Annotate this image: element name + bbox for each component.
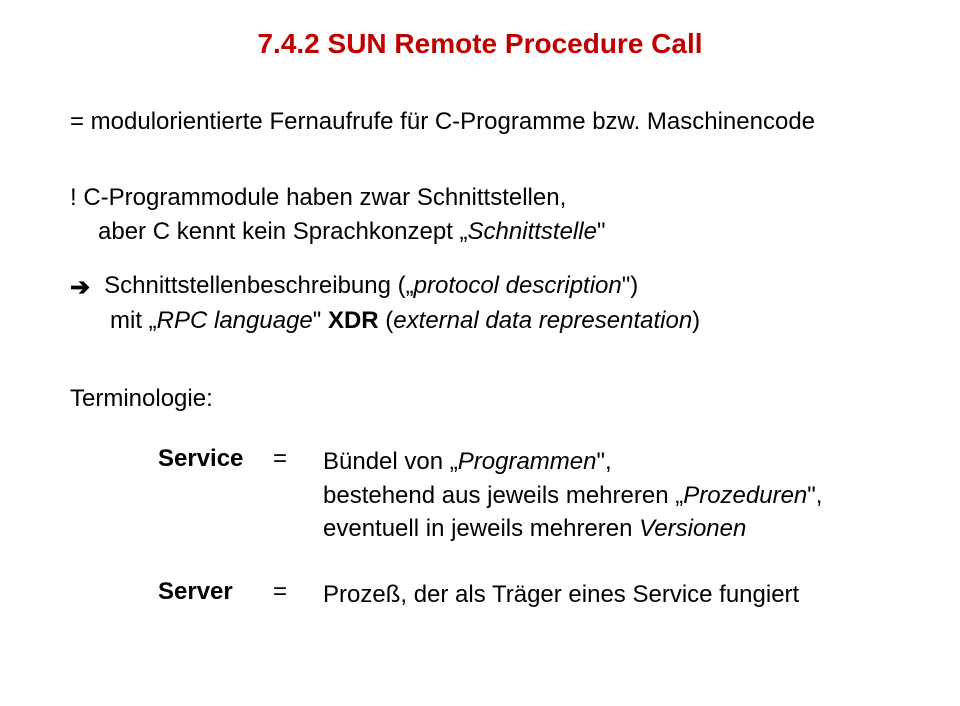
text-fragment: eventuell in jeweils mehreren [323, 515, 639, 542]
definition-body: Bündel von „Programmen",bestehend aus je… [323, 445, 890, 546]
text-italic: Programmen [458, 448, 597, 475]
text-italic-protocol-description: protocol description [414, 272, 622, 299]
arrow-icon: ➔ [70, 272, 90, 303]
text-fragment: " [597, 218, 606, 245]
text-italic: Versionen [639, 515, 746, 542]
text-fragment: Prozeß, der als Träger eines Service fun… [323, 581, 799, 608]
text-fragment: ) [692, 307, 700, 334]
text-fragment: ", [807, 482, 822, 509]
definition-row: Server=Prozeß, der als Träger eines Serv… [70, 578, 890, 612]
text-fragment: Bündel von „ [323, 448, 458, 475]
definition-body: Prozeß, der als Träger eines Service fun… [323, 578, 890, 612]
text-fragment: ", [596, 448, 611, 475]
equals-sign: = [273, 578, 323, 612]
arrow-text: Schnittstellenbeschreibung („protocol de… [104, 272, 638, 300]
text-fragment: aber C kennt kein Sprachkonzept „ [98, 218, 468, 245]
text-fragment: mit „ [110, 307, 157, 334]
mit-line: mit „RPC language" XDR (external data re… [110, 307, 890, 335]
document-page: 7.4.2 SUN Remote Procedure Call = modulo… [0, 0, 960, 706]
text-fragment: Schnittstellenbeschreibung („ [104, 272, 414, 299]
text-fragment: " [313, 307, 328, 334]
definitions-list: Service=Bündel von „Programmen",bestehen… [70, 445, 890, 611]
text-fragment: bestehend aus jeweils mehreren „ [323, 482, 683, 509]
arrow-line: ➔ Schnittstellenbeschreibung („protocol … [70, 272, 890, 303]
text-fragment: ( [379, 307, 394, 334]
text-italic-external-data-representation: external data representation [393, 307, 692, 334]
remark-schnittstellen-1: ! C-Programmodule haben zwar Schnittstel… [70, 184, 890, 212]
definition-modulorientierte: = modulorientierte Fernaufrufe für C-Pro… [70, 108, 890, 136]
text-italic-rpc-language: RPC language [157, 307, 313, 334]
text-fragment: ") [622, 272, 639, 299]
definition-label: Service [70, 445, 273, 546]
text-bold-xdr: XDR [328, 307, 379, 334]
equals-sign: = [273, 445, 323, 546]
text-italic: Prozeduren [683, 482, 807, 509]
definition-row: Service=Bündel von „Programmen",bestehen… [70, 445, 890, 546]
definition-label: Server [70, 578, 273, 612]
text-italic-schnittstelle: Schnittstelle [468, 218, 597, 245]
section-title: 7.4.2 SUN Remote Procedure Call [70, 28, 890, 60]
terminologie-header: Terminologie: [70, 385, 890, 413]
remark-schnittstellen-2: aber C kennt kein Sprachkonzept „Schnitt… [98, 218, 890, 246]
